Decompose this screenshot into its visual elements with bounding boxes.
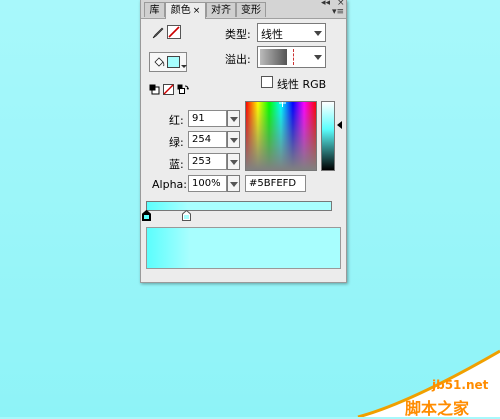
overflow-marker (293, 49, 294, 65)
spectrum-crosshair[interactable] (279, 102, 286, 107)
alpha-label: Alpha: (152, 178, 187, 191)
tab-close-icon[interactable]: × (193, 6, 201, 16)
type-label: 类型: (225, 28, 251, 41)
panel-menu-icon[interactable]: ▾≡ (332, 8, 344, 17)
overflow-preview (260, 49, 287, 65)
no-color-icon (168, 26, 180, 38)
tab-label: 颜色 (170, 5, 191, 16)
no-color-icon[interactable] (163, 84, 174, 95)
linear-rgb-label: 线性 RGB (277, 78, 327, 91)
brightness-slider[interactable] (321, 101, 335, 171)
gradient-stop-icon[interactable] (142, 210, 151, 221)
brightness-arrow-icon[interactable] (337, 121, 342, 129)
type-dropdown[interactable]: 线性 (257, 23, 326, 42)
chevron-down-icon (181, 65, 187, 68)
green-label: 绿: (169, 136, 184, 149)
type-value: 线性 (261, 28, 283, 41)
panel-tab-bar: 库 颜色 × 对齐 变形 ◂◂ × ▾≡ (141, 0, 346, 19)
tab-align[interactable]: 对齐 (206, 2, 236, 17)
tab-transform[interactable]: 变形 (236, 2, 266, 17)
blue-input[interactable]: 253 (188, 153, 227, 170)
watermark-domain: jb51.net (432, 378, 489, 392)
pencil-icon (152, 27, 164, 39)
chevron-down-icon (314, 30, 322, 36)
alpha-input[interactable]: 100% (188, 175, 227, 192)
paint-bucket-icon (154, 57, 165, 67)
color-spectrum[interactable] (245, 101, 317, 171)
fill-color-swatch (167, 56, 180, 68)
gradient-bar[interactable] (146, 201, 332, 211)
panel-close-icon[interactable]: × (337, 0, 345, 8)
fill-color-control[interactable] (149, 52, 187, 72)
overflow-dropdown[interactable] (257, 46, 326, 68)
tab-color[interactable]: 颜色 × (165, 2, 206, 19)
color-panel: 库 颜色 × 对齐 变形 ◂◂ × ▾≡ 类型: 线性 溢出: 线性 RGB 红… (140, 0, 347, 283)
green-dropdown-button[interactable] (227, 131, 240, 148)
overflow-label: 溢出: (225, 53, 251, 66)
watermark-brand: 脚本之家 (405, 399, 470, 418)
default-colors-icon[interactable] (149, 84, 160, 95)
swap-colors-icon[interactable] (177, 84, 189, 95)
blue-dropdown-button[interactable] (227, 153, 240, 170)
gradient-stop-icon[interactable] (182, 210, 191, 221)
green-input[interactable]: 254 (188, 131, 227, 148)
red-input[interactable]: 91 (188, 110, 227, 127)
blue-label: 蓝: (169, 158, 184, 171)
alpha-dropdown-button[interactable] (227, 175, 240, 192)
tab-label: 库 (149, 5, 160, 16)
tab-library[interactable]: 库 (144, 2, 165, 17)
tab-label: 变形 (241, 5, 261, 16)
collapse-icon[interactable]: ◂◂ (321, 0, 330, 8)
stroke-color-swatch[interactable] (167, 25, 181, 39)
red-label: 红: (169, 114, 184, 127)
red-dropdown-button[interactable] (227, 110, 240, 127)
hex-input[interactable]: #5BFEFD (245, 175, 306, 192)
linear-rgb-checkbox[interactable] (261, 76, 273, 88)
chevron-down-icon (314, 55, 322, 60)
color-preview (146, 227, 341, 269)
tab-label: 对齐 (211, 5, 231, 16)
